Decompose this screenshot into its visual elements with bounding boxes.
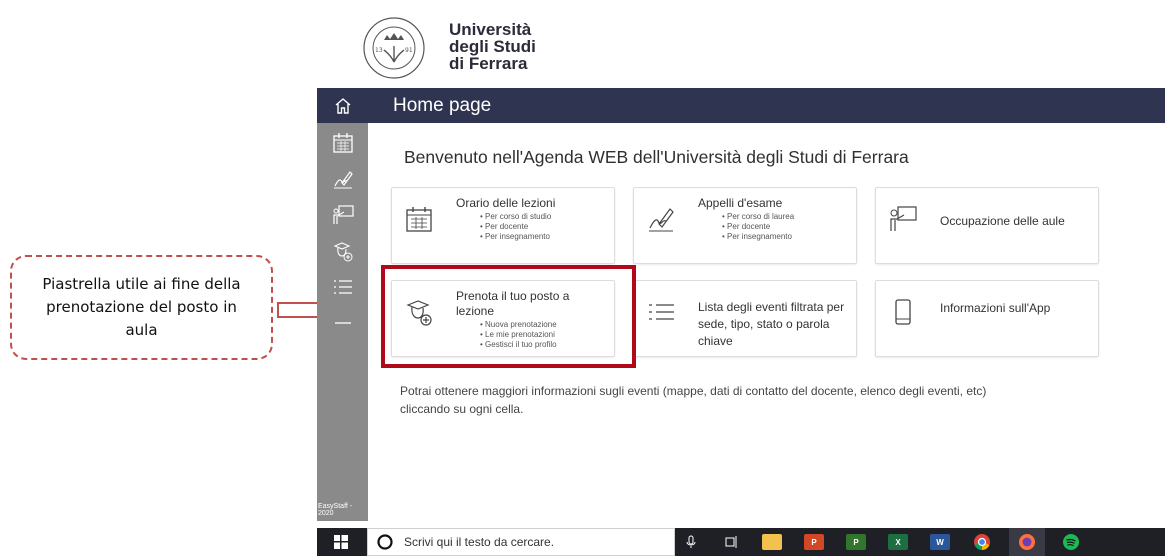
- footer-credit: EasyStaff - 2020: [318, 503, 353, 517]
- tile-title: Appelli d'esame: [698, 196, 783, 210]
- list-item[interactable]: Per insegnamento: [480, 232, 551, 242]
- annotation-text: Piastrella utile ai fine della prenotazi…: [42, 275, 241, 339]
- sidebar: EasyStaff - 2020: [317, 123, 368, 521]
- cortana-icon: [377, 534, 393, 550]
- tile-title: Lista degli eventi filtrata per sede, ti…: [698, 300, 845, 348]
- tile-lista-eventi[interactable]: Lista degli eventi filtrata per sede, ti…: [633, 280, 857, 357]
- tile-title: Orario delle lezioni: [456, 196, 556, 210]
- list-item[interactable]: Per corso di studio: [480, 212, 551, 222]
- microphone-icon: [686, 535, 696, 548]
- university-seal-icon: 13 91: [363, 17, 425, 79]
- windows-icon: [334, 535, 348, 549]
- sidebar-item-booking[interactable]: [317, 233, 368, 269]
- signature-icon: [333, 171, 353, 189]
- excel-icon: X: [888, 534, 908, 550]
- page-header-bar: Home page: [317, 88, 1165, 123]
- file-explorer-icon: [762, 534, 782, 550]
- sidebar-item-app-info[interactable]: [317, 305, 368, 341]
- brand-line-3: di Ferrara: [449, 54, 528, 73]
- brand-line-2: degli Studi: [449, 37, 536, 56]
- university-name[interactable]: Università degli Studi di Ferrara: [449, 21, 536, 72]
- taskbar-search-input[interactable]: Scrivi qui il testo da cercare.: [367, 528, 675, 556]
- start-button[interactable]: [323, 528, 359, 556]
- taskbar-firefox[interactable]: [1009, 528, 1045, 556]
- home-button[interactable]: [317, 88, 368, 123]
- taskbar-spotify[interactable]: [1053, 528, 1089, 556]
- taskbar-file-explorer[interactable]: [757, 528, 787, 556]
- list-icon: [333, 280, 352, 294]
- taskbar-word[interactable]: W: [925, 528, 955, 556]
- calendar-icon: [406, 207, 432, 232]
- booking-icon: [333, 242, 352, 262]
- list-item[interactable]: Per corso di laurea: [722, 212, 794, 222]
- task-view-icon: [725, 536, 737, 548]
- sidebar-item-classrooms[interactable]: [317, 197, 368, 233]
- search-placeholder: Scrivi qui il testo da cercare.: [404, 535, 555, 549]
- signature-icon: [649, 208, 674, 232]
- mobile-icon: [334, 322, 351, 324]
- spotify-icon: [1063, 534, 1079, 550]
- taskbar-task-view[interactable]: [717, 528, 747, 556]
- list-item[interactable]: Per docente: [480, 222, 551, 232]
- agenda-web-app: 13 91 Università degli Studi di Ferrara …: [317, 8, 1165, 521]
- taskbar-microphone[interactable]: [681, 528, 701, 556]
- taskbar-excel[interactable]: X: [883, 528, 913, 556]
- tile-orario-lezioni[interactable]: Orario delle lezioni Per corso di studio…: [391, 187, 615, 264]
- windows-taskbar: Scrivi qui il testo da cercare. P P X W: [317, 528, 1165, 556]
- svg-text:13: 13: [375, 47, 383, 54]
- classroom-icon: [890, 206, 917, 231]
- classroom-icon: [332, 205, 354, 224]
- welcome-heading: Benvenuto nell'Agenda WEB dell'Universit…: [404, 147, 909, 167]
- project-icon: P: [846, 534, 866, 550]
- tile-info-app[interactable]: Informazioni sull'App: [875, 280, 1099, 357]
- list-item[interactable]: Per insegnamento: [722, 232, 794, 242]
- highlight-box: [381, 265, 636, 368]
- taskbar-chrome[interactable]: [967, 528, 997, 556]
- brand-line-1: Università: [449, 20, 532, 39]
- annotation-callout: Piastrella utile ai fine della prenotazi…: [10, 255, 273, 360]
- firefox-icon: [1019, 534, 1035, 550]
- tile-title: Informazioni sull'App: [940, 301, 1051, 315]
- tile-occupazione-aule[interactable]: Occupazione delle aule: [875, 187, 1099, 264]
- word-icon: W: [930, 534, 950, 550]
- mobile-icon: [895, 299, 911, 325]
- taskbar-project[interactable]: P: [841, 528, 871, 556]
- calendar-icon: [332, 133, 353, 153]
- tile-bullets: Per corso di studio Per docente Per inse…: [480, 212, 551, 242]
- brand-header: 13 91 Università degli Studi di Ferrara: [317, 8, 1165, 86]
- info-text: Potrai ottenere maggiori informazioni su…: [400, 384, 987, 416]
- svg-text:91: 91: [405, 47, 413, 54]
- sidebar-item-calendar[interactable]: [317, 125, 368, 161]
- sidebar-item-events-list[interactable]: [317, 269, 368, 305]
- powerpoint-icon: P: [804, 534, 824, 550]
- tile-title: Occupazione delle aule: [940, 214, 1065, 228]
- chrome-icon: [974, 534, 990, 551]
- home-icon: [335, 97, 350, 114]
- taskbar-powerpoint[interactable]: P: [799, 528, 829, 556]
- list-icon: [649, 304, 674, 320]
- tile-bullets: Per corso di laurea Per docente Per inse…: [722, 212, 794, 242]
- page-title: Home page: [393, 95, 492, 116]
- sidebar-item-exams[interactable]: [317, 161, 368, 197]
- list-item[interactable]: Per docente: [722, 222, 794, 232]
- tile-appelli-esame[interactable]: Appelli d'esame Per corso di laurea Per …: [633, 187, 857, 264]
